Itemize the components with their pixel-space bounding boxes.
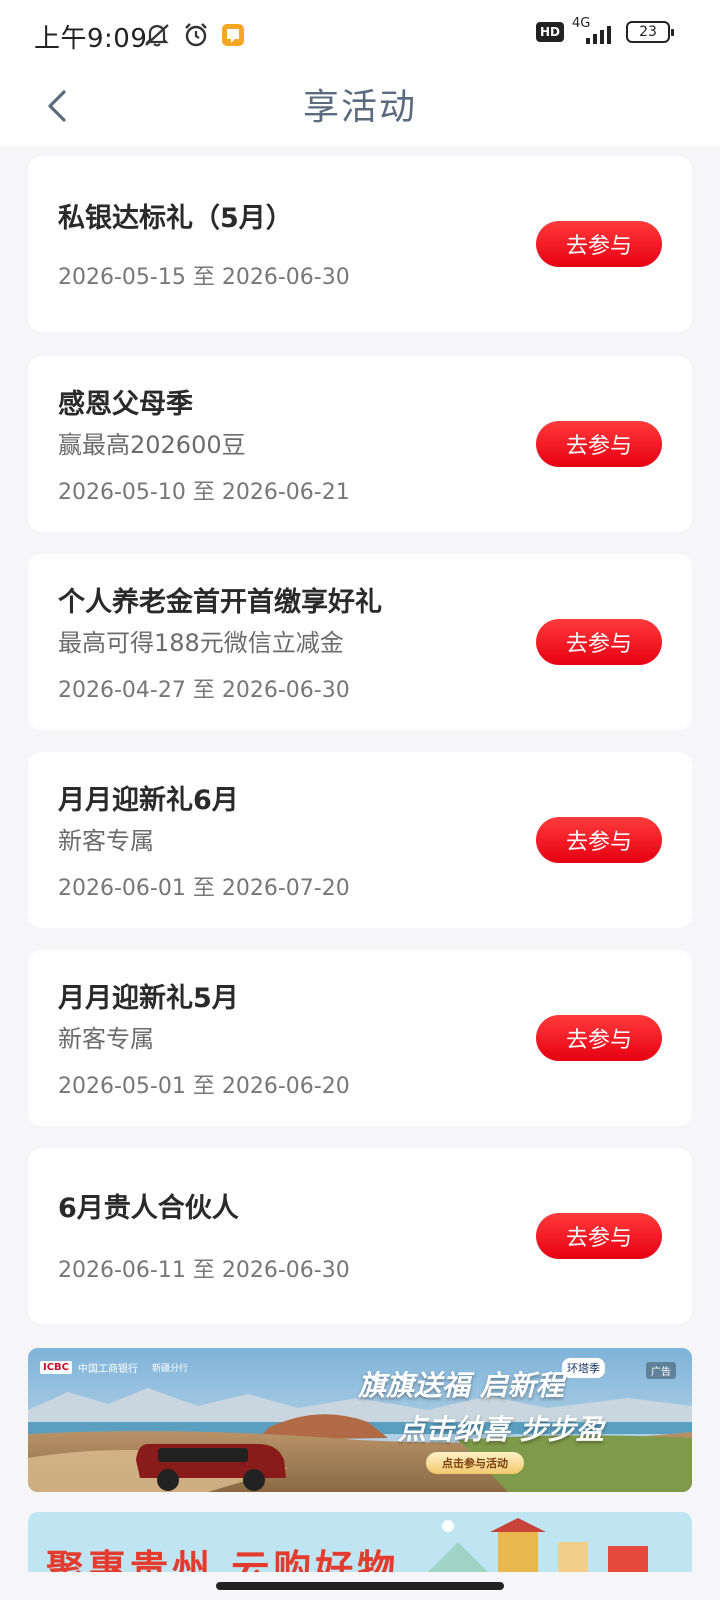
activity-date: 2026-06-01 至 2026-07-20	[58, 876, 350, 901]
activity-title: 月月迎新礼5月	[58, 983, 239, 1014]
activity-subtitle: 新客专属	[58, 1025, 154, 1053]
activity-date: 2026-05-15 至 2026-06-30	[58, 265, 350, 290]
activity-date: 2026-05-10 至 2026-06-21	[58, 480, 350, 505]
home-indicator[interactable]	[216, 1582, 504, 1590]
activity-date: 2026-06-11 至 2026-06-30	[58, 1258, 350, 1283]
banner-headline-2: 点击纳喜 步步盈	[398, 1413, 604, 1446]
activity-subtitle: 赢最高202600豆	[58, 431, 246, 459]
battery-icon: 23	[626, 21, 674, 43]
activity-card[interactable]: 月月迎新礼6月 新客专属 2026-06-01 至 2026-07-20 去参与	[28, 752, 692, 928]
banner2-headline: 聚惠贵州 云购好物	[46, 1547, 400, 1572]
join-button[interactable]: 去参与	[536, 1213, 662, 1259]
icbc-mark: ICBC	[40, 1361, 73, 1374]
branch-name: 新疆分行	[152, 1364, 189, 1374]
banner-headline-1: 旗旗送福 启新程	[358, 1369, 564, 1402]
status-icons-left	[142, 20, 246, 54]
activity-card[interactable]: 月月迎新礼5月 新客专属 2026-05-01 至 2026-06-20 去参与	[28, 950, 692, 1126]
status-icons-right: HD 4G 23	[535, 17, 674, 44]
bank-name: 中国工商银行	[78, 1364, 139, 1375]
join-button[interactable]: 去参与	[536, 1015, 662, 1061]
banner-cta-button[interactable]: 点击参与活动	[426, 1452, 524, 1474]
activity-subtitle: 新客专属	[58, 827, 154, 855]
activity-card[interactable]: 感恩父母季 赢最高202600豆 2026-05-10 至 2026-06-21…	[28, 356, 692, 532]
activity-title: 月月迎新礼6月	[58, 785, 239, 816]
join-button[interactable]: 去参与	[536, 619, 662, 665]
activity-title: 个人养老金首开首缴享好礼	[58, 587, 382, 618]
hd-badge: HD	[535, 22, 564, 42]
ad-banner[interactable]: ICBC 中国工商银行 新疆分行 广告 旗旗送福 启新程 环塔季 点击纳喜 步步…	[28, 1348, 692, 1492]
activity-subtitle: 最高可得188元微信立减金	[58, 629, 344, 657]
activity-card[interactable]: 私银达标礼（5月） 2026-05-15 至 2026-06-30 去参与	[28, 156, 692, 332]
join-button[interactable]: 去参与	[536, 817, 662, 863]
signal-icon: 4G	[572, 17, 618, 44]
alarm-icon	[182, 21, 210, 53]
join-button[interactable]: 去参与	[536, 421, 662, 467]
banner-tag: 环塔季	[562, 1358, 605, 1378]
status-time: 上午9:09	[34, 24, 148, 54]
bank-logo: ICBC 中国工商银行 新疆分行	[40, 1360, 188, 1375]
activity-date: 2026-05-01 至 2026-06-20	[58, 1074, 350, 1099]
activity-title: 6月贵人合伙人	[58, 1193, 239, 1224]
activity-title: 感恩父母季	[58, 389, 193, 420]
join-button[interactable]: 去参与	[536, 221, 662, 267]
page-title: 享活动	[302, 87, 417, 128]
ad-label: 广告	[646, 1362, 676, 1379]
activity-card[interactable]: 个人养老金首开首缴享好礼 最高可得188元微信立减金 2026-04-27 至 …	[28, 554, 692, 730]
mute-icon	[142, 20, 172, 54]
activity-title: 私银达标礼（5月）	[58, 203, 293, 234]
notification-app-icon	[220, 22, 246, 52]
status-bar: 上午9:09 HD 4G 23	[0, 0, 720, 70]
nav-bar: 享活动	[0, 70, 720, 146]
activity-card[interactable]: 6月贵人合伙人 2026-06-11 至 2026-06-30 去参与	[28, 1148, 692, 1324]
ad-banner-secondary[interactable]: 聚惠贵州 云购好物	[28, 1512, 692, 1572]
activity-date: 2026-04-27 至 2026-06-30	[58, 678, 350, 703]
